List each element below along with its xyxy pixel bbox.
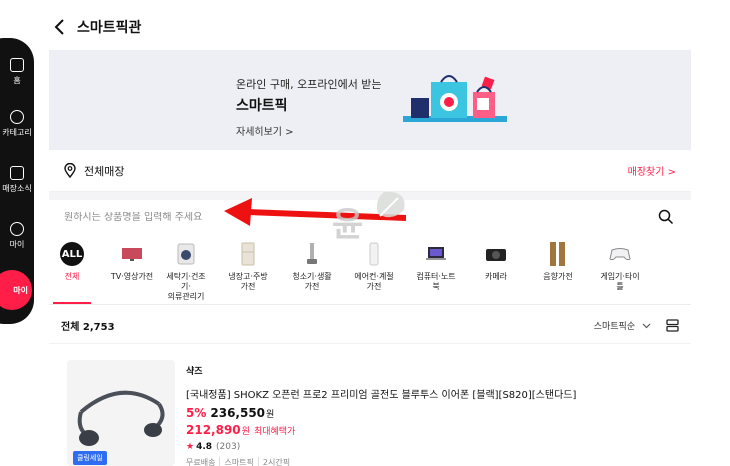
search-input[interactable] bbox=[64, 211, 656, 223]
store-selector[interactable]: 전체매장 bbox=[64, 163, 124, 179]
category-tab-all[interactable]: ALL 전체 bbox=[49, 238, 95, 304]
rail-store-news[interactable]: 매장소식 bbox=[0, 166, 34, 194]
category-label: 전체 bbox=[64, 272, 80, 281]
category-label: TV·영상가전 bbox=[110, 272, 154, 281]
category-label: 에어컨·계절가전 bbox=[354, 272, 394, 291]
benefit-price: 212,890 bbox=[186, 423, 241, 437]
category-label: 카메라 bbox=[484, 272, 508, 281]
category-label: 컴퓨터·노트북 bbox=[416, 272, 456, 291]
sale-badge: 쿨링세일 bbox=[73, 451, 107, 465]
delivery-tag: 스마트픽 bbox=[219, 457, 257, 466]
chevron-down-icon bbox=[642, 323, 651, 328]
result-count: 전체 2,753 bbox=[61, 318, 115, 333]
delivery-tag: 2시간픽 bbox=[257, 457, 294, 466]
rail-home-label: 홈 bbox=[13, 76, 21, 85]
page-header: 스마트픽관 bbox=[49, 12, 141, 42]
banner-title: 스마트픽 bbox=[236, 98, 288, 114]
banner-text: 온라인 구매, 오프라인에서 받는 스마트픽 자세히보기 > bbox=[236, 76, 382, 138]
search-icon bbox=[658, 209, 674, 225]
page-title: 스마트픽관 bbox=[77, 20, 142, 36]
result-count-value: 2,753 bbox=[82, 321, 115, 333]
benefit-price-line: 212,890 원 최대혜택가 bbox=[186, 423, 656, 437]
toolbar-actions: 스마트픽순 bbox=[594, 318, 679, 332]
category-tab-audio[interactable]: 음향가전 bbox=[535, 238, 581, 304]
sale-price: 236,550 bbox=[210, 406, 266, 420]
star-icon: ★ bbox=[186, 442, 195, 452]
result-count-label: 전체 bbox=[61, 321, 80, 333]
laptop-icon bbox=[424, 242, 448, 266]
category-label: 냉장고·주방가전 bbox=[228, 272, 268, 291]
home-icon bbox=[10, 58, 24, 72]
banner-detail-link[interactable]: 자세히보기 > bbox=[236, 123, 382, 138]
list-divider bbox=[49, 343, 691, 344]
list-view-icon bbox=[665, 318, 679, 332]
tv-icon bbox=[120, 242, 144, 266]
rail-my[interactable]: 마이 bbox=[0, 222, 34, 250]
rail-home[interactable]: 홈 bbox=[0, 58, 34, 86]
category-divider bbox=[49, 304, 691, 305]
category-label: 음향가전 bbox=[543, 272, 573, 281]
speaker-icon bbox=[546, 242, 570, 266]
aircon-icon bbox=[362, 242, 386, 266]
category-label: 청소기·생활가전 bbox=[292, 272, 332, 291]
benefit-label: 최대혜택가 bbox=[253, 427, 296, 437]
category-label: 게임기·타이틀 bbox=[600, 272, 640, 291]
side-rail: 홈 카테고리 매장소식 마이 마이 bbox=[0, 38, 34, 324]
category-tab-aircon[interactable]: 에어컨·계절가전 bbox=[351, 238, 397, 304]
smartpick-banner[interactable]: 온라인 구매, 오프라인에서 받는 스마트픽 자세히보기 > bbox=[49, 50, 691, 150]
banner-subtitle: 온라인 구매, 오프라인에서 받는 bbox=[236, 78, 382, 91]
category-tab-computer[interactable]: 컴퓨터·노트북 bbox=[413, 238, 459, 304]
product-name[interactable]: [국내정품] SHOKZ 오픈런 프로2 프리미엄 골전도 블루투스 이어폰 [… bbox=[186, 386, 656, 401]
rail-category[interactable]: 카테고리 bbox=[0, 110, 34, 138]
price-line: 5% 236,550 원 bbox=[186, 406, 656, 420]
sort-dropdown[interactable]: 스마트픽순 bbox=[594, 319, 651, 332]
product-brand: 샥즈 bbox=[186, 367, 203, 377]
store-label: 전체매장 bbox=[84, 164, 125, 178]
category-tab-tv[interactable]: TV·영상가전 bbox=[109, 238, 155, 304]
rail-category-label: 카테고리 bbox=[2, 128, 32, 137]
rail-my-label: 마이 bbox=[9, 240, 25, 249]
back-button[interactable] bbox=[49, 17, 69, 37]
rail-store-news-label: 매장소식 bbox=[2, 184, 32, 193]
benefit-price-unit: 원 bbox=[241, 427, 250, 437]
discount-rate: 5% bbox=[186, 406, 207, 420]
category-label: 세탁기·건조기· 의류관리기 bbox=[166, 272, 206, 301]
price-unit: 원 bbox=[266, 410, 275, 420]
rating-value: 4.8 bbox=[196, 442, 213, 452]
category-tab-camera[interactable]: 카메라 bbox=[473, 238, 519, 304]
delivery-tags: 무료배송 스마트픽 2시간픽 bbox=[186, 457, 656, 466]
store-icon bbox=[10, 166, 24, 180]
location-pin-icon bbox=[64, 163, 76, 178]
category-tab-fridge[interactable]: 냉장고·주방가전 bbox=[225, 238, 271, 304]
find-store-link[interactable]: 매장찾기 > bbox=[628, 163, 676, 178]
section-divider bbox=[49, 192, 691, 200]
gamepad-icon bbox=[608, 242, 632, 266]
all-icon: ALL bbox=[60, 242, 84, 266]
product-search bbox=[49, 200, 691, 234]
shopping-bags-illustration bbox=[403, 75, 507, 122]
store-selector-row: 전체매장 매장찾기 > bbox=[49, 150, 691, 192]
category-tabs: ALL 전체 TV·영상가전 세탁기·건조기· 의류관리기 냉장고·주방가전 청… bbox=[49, 238, 691, 304]
product-info: 샥즈 [국내정품] SHOKZ 오픈런 프로2 프리미엄 골전도 블루투스 이어… bbox=[186, 364, 656, 466]
delivery-tag: 무료배송 bbox=[186, 458, 216, 466]
product-image[interactable]: 쿨링세일 bbox=[67, 360, 175, 466]
vacuum-icon bbox=[300, 242, 324, 266]
smartpick-page: 홈 카테고리 매장소식 마이 마이 스마트픽관 온라인 구매, 오프라인에서 받… bbox=[0, 0, 730, 466]
user-icon bbox=[10, 222, 24, 236]
rating-line: ★ 4.8 (203) bbox=[186, 442, 656, 452]
chevron-left-icon bbox=[54, 19, 64, 35]
review-count: (203) bbox=[216, 442, 241, 452]
search-button[interactable] bbox=[656, 207, 676, 227]
fridge-icon bbox=[236, 242, 260, 266]
view-toggle-button[interactable] bbox=[665, 318, 679, 332]
list-toolbar: 전체 2,753 스마트픽순 bbox=[49, 312, 691, 338]
camera-icon bbox=[484, 242, 508, 266]
sort-label: 스마트픽순 bbox=[593, 321, 636, 332]
washer-icon bbox=[174, 242, 198, 266]
search-icon bbox=[10, 110, 24, 124]
rail-my-button[interactable]: 마이 bbox=[0, 270, 32, 310]
category-tab-washer[interactable]: 세탁기·건조기· 의류관리기 bbox=[163, 238, 209, 304]
category-tab-vacuum[interactable]: 청소기·생활가전 bbox=[289, 238, 335, 304]
category-tab-game[interactable]: 게임기·타이틀 bbox=[597, 238, 643, 304]
